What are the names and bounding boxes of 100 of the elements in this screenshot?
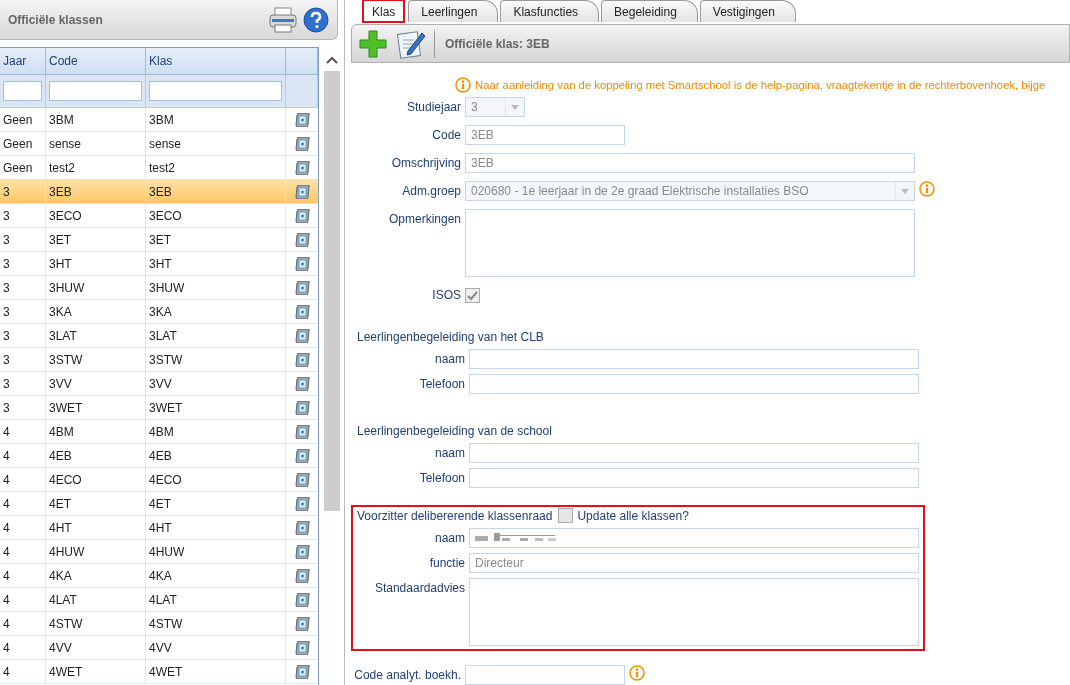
printer-icon[interactable] bbox=[269, 6, 297, 33]
note-icon[interactable] bbox=[294, 496, 310, 511]
table-cell: 3BM bbox=[46, 108, 146, 131]
note-icon[interactable] bbox=[294, 304, 310, 319]
table-cell: 3KA bbox=[46, 300, 146, 323]
plus-icon[interactable] bbox=[358, 28, 388, 59]
note-icon[interactable] bbox=[294, 232, 310, 247]
table-cell: 3BM bbox=[146, 108, 286, 131]
table-cell: test2 bbox=[146, 156, 286, 179]
table-row[interactable]: 4 4LAT 4LAT bbox=[0, 588, 318, 612]
table-row[interactable]: 4 4EB 4EB bbox=[0, 444, 318, 468]
table-row[interactable]: 4 4WET 4WET bbox=[0, 660, 318, 684]
column-header[interactable]: Klas bbox=[146, 48, 286, 74]
note-icon[interactable] bbox=[294, 544, 310, 559]
table-row[interactable]: 3 3KA 3KA bbox=[0, 300, 318, 324]
table-cell: 3 bbox=[0, 276, 46, 299]
filter-field[interactable] bbox=[3, 81, 42, 101]
note-icon[interactable] bbox=[294, 520, 310, 535]
text-field[interactable]: Directeur bbox=[469, 553, 919, 573]
table-cell: 4ET bbox=[146, 492, 286, 515]
tab[interactable]: Begeleiding bbox=[601, 0, 698, 22]
note-icon[interactable] bbox=[294, 448, 310, 463]
table-row[interactable]: 4 4STW 4STW bbox=[0, 612, 318, 636]
table-cell: 4 bbox=[0, 420, 46, 443]
table-row[interactable]: Geen test2 test2 bbox=[0, 156, 318, 180]
scrollbar-thumb[interactable] bbox=[324, 71, 340, 511]
table-row[interactable]: 3 3HUW 3HUW bbox=[0, 276, 318, 300]
tab[interactable]: Vestigingen bbox=[699, 0, 796, 22]
note-icon[interactable] bbox=[294, 136, 310, 151]
table-cell: 4 bbox=[0, 492, 46, 515]
check-icon bbox=[467, 290, 478, 301]
tab[interactable]: Leerlingen bbox=[408, 0, 499, 22]
text-field[interactable] bbox=[469, 349, 919, 369]
table-cell: 3ET bbox=[46, 228, 146, 251]
table-cell: 3 bbox=[0, 252, 46, 275]
note-icon[interactable] bbox=[294, 160, 310, 175]
table-row[interactable]: 3 3WET 3WET bbox=[0, 396, 318, 420]
scroll-up-icon[interactable] bbox=[326, 55, 338, 65]
table-row[interactable]: 3 3STW 3STW bbox=[0, 348, 318, 372]
table-cell: 4 bbox=[0, 564, 46, 587]
table-cell: sense bbox=[46, 132, 146, 155]
note-icon[interactable] bbox=[294, 424, 310, 439]
table-cell: 4 bbox=[0, 612, 46, 635]
note-icon[interactable] bbox=[294, 376, 310, 391]
table-row[interactable]: 4 4BM 4BM bbox=[0, 420, 318, 444]
filter-field[interactable] bbox=[49, 81, 142, 101]
field-label: Telefoon bbox=[418, 470, 465, 487]
table-row[interactable]: 3 3VV 3VV bbox=[0, 372, 318, 396]
table-row[interactable]: 3 3ECO 3ECO bbox=[0, 204, 318, 228]
note-icon[interactable] bbox=[294, 592, 310, 607]
table-row[interactable]: Geen sense sense bbox=[0, 132, 318, 156]
table-row[interactable]: 3 3HT 3HT bbox=[0, 252, 318, 276]
text-field[interactable] bbox=[465, 665, 625, 685]
table-cell: 3 bbox=[0, 372, 46, 395]
edit-icon[interactable] bbox=[396, 28, 426, 59]
field-label: Omschrijving bbox=[390, 155, 461, 172]
table-row[interactable]: 3 3ET 3ET bbox=[0, 228, 318, 252]
table-cell: 4 bbox=[0, 540, 46, 563]
note-icon[interactable] bbox=[294, 664, 310, 679]
table-row[interactable]: 4 4HT 4HT bbox=[0, 516, 318, 540]
note-icon[interactable] bbox=[294, 184, 310, 199]
checkbox[interactable] bbox=[558, 508, 574, 523]
note-icon[interactable] bbox=[294, 352, 310, 367]
note-icon[interactable] bbox=[294, 328, 310, 343]
table-cell: 3LAT bbox=[146, 324, 286, 347]
column-header[interactable]: Jaar bbox=[0, 48, 46, 74]
help-icon[interactable] bbox=[303, 6, 329, 33]
filter-field[interactable] bbox=[149, 81, 282, 101]
caret-icon bbox=[901, 188, 909, 194]
text-field[interactable] bbox=[469, 443, 919, 463]
table-cell: 3 bbox=[0, 228, 46, 251]
table-cell: 3HUW bbox=[46, 276, 146, 299]
tab[interactable]: Klas bbox=[363, 0, 405, 22]
table-row[interactable]: 4 4VV 4VV bbox=[0, 636, 318, 660]
note-icon[interactable] bbox=[294, 472, 310, 487]
note-icon[interactable] bbox=[294, 400, 310, 415]
table-row[interactable]: 3 3LAT 3LAT bbox=[0, 324, 318, 348]
note-icon[interactable] bbox=[294, 280, 310, 295]
table-row[interactable]: 4 4KA 4KA bbox=[0, 564, 318, 588]
tab[interactable]: Klasfuncties bbox=[500, 0, 600, 22]
note-icon[interactable] bbox=[294, 640, 310, 655]
table-cell: 4 bbox=[0, 588, 46, 611]
note-icon[interactable] bbox=[294, 208, 310, 223]
note-icon[interactable] bbox=[294, 112, 310, 127]
table-row[interactable]: 4 4ET 4ET bbox=[0, 492, 318, 516]
table-row[interactable]: Geen 3BM 3BM bbox=[0, 108, 318, 132]
checkbox[interactable] bbox=[465, 288, 480, 303]
table-row[interactable]: 3 3EB 3EB bbox=[0, 180, 318, 204]
note-icon[interactable] bbox=[294, 616, 310, 631]
note-icon[interactable] bbox=[294, 256, 310, 271]
table-cell: 3HUW bbox=[146, 276, 286, 299]
text-field[interactable] bbox=[469, 374, 919, 394]
table-cell: 4 bbox=[0, 444, 46, 467]
text-field[interactable] bbox=[469, 468, 919, 488]
note-icon[interactable] bbox=[294, 568, 310, 583]
table-row[interactable]: 4 4ECO 4ECO bbox=[0, 468, 318, 492]
text-field[interactable] bbox=[469, 528, 919, 548]
column-header[interactable]: Code bbox=[46, 48, 146, 74]
table-row[interactable]: 4 4HUW 4HUW bbox=[0, 540, 318, 564]
section-heading: Leerlingenbegeleiding van de school bbox=[357, 424, 552, 438]
